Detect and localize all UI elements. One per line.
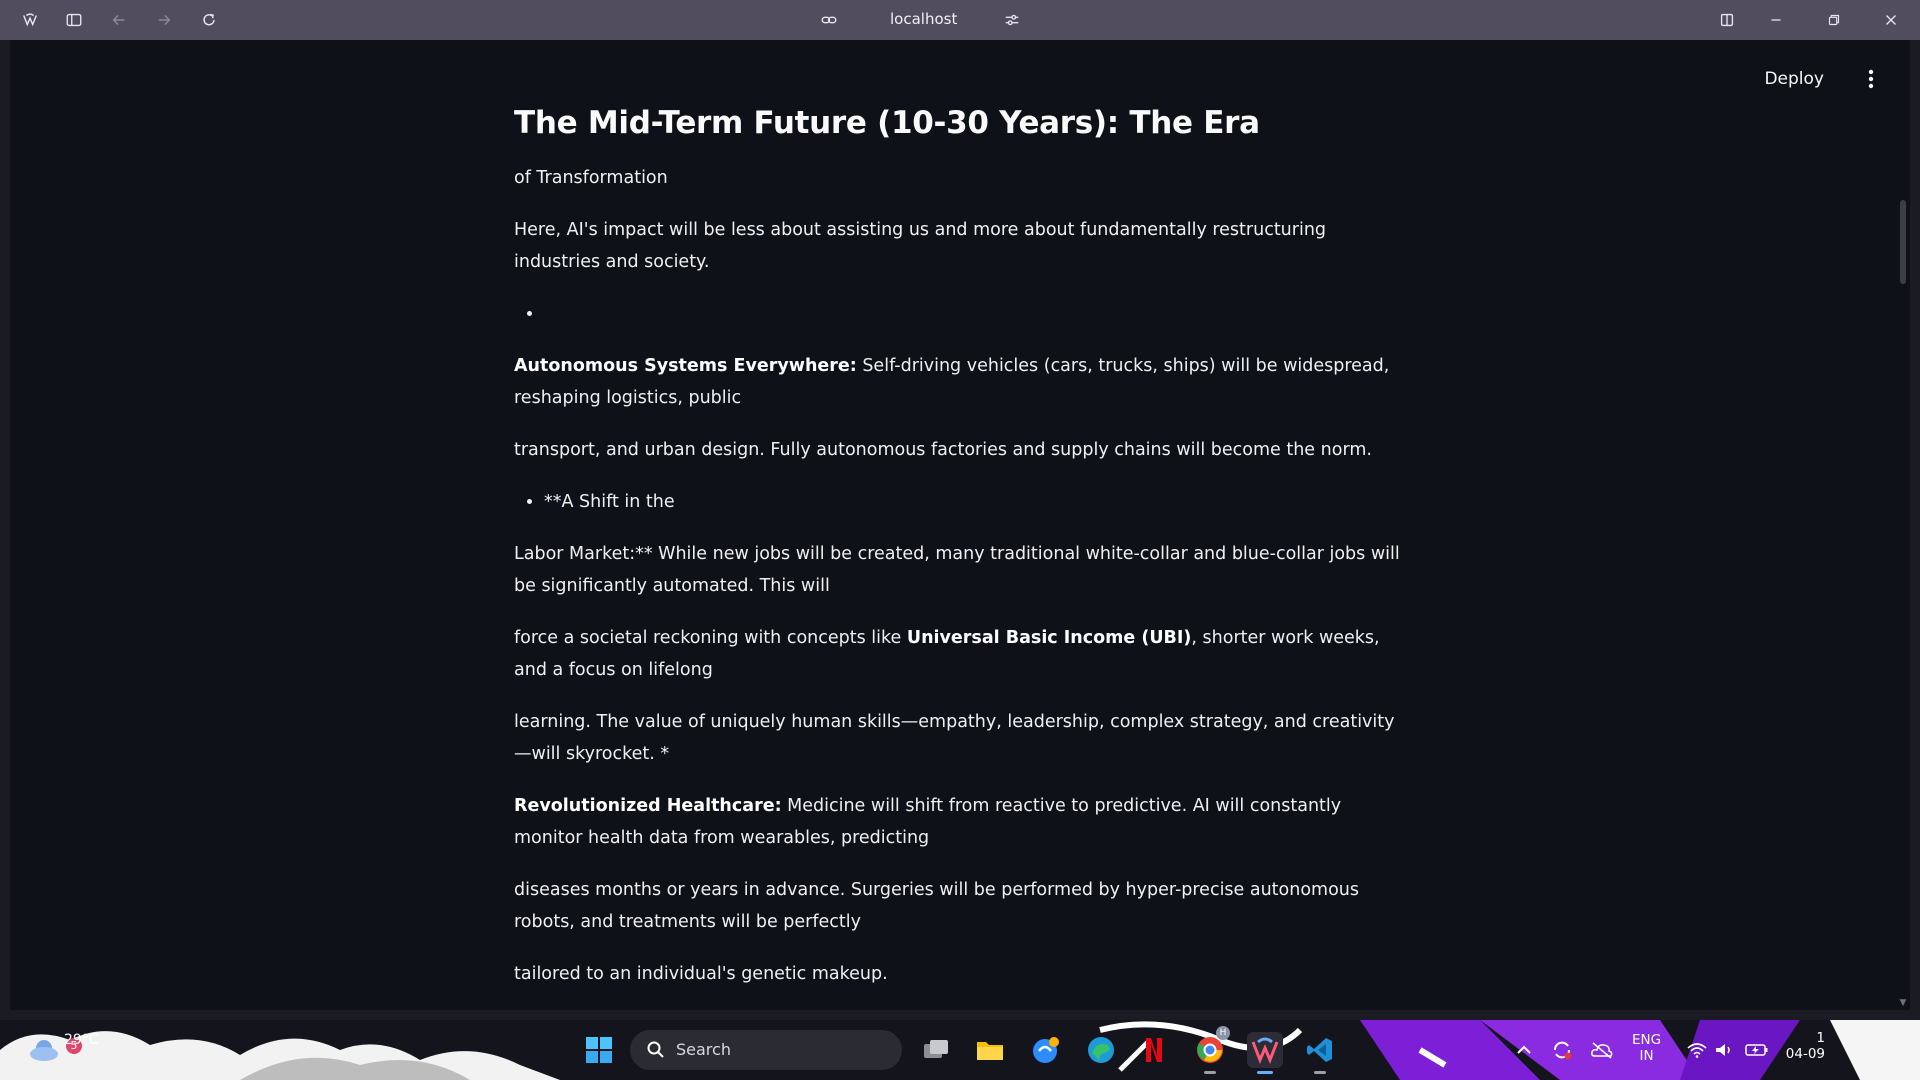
tray-overflow-chevron-icon[interactable] <box>1512 1038 1536 1062</box>
browser-logo-icon[interactable] <box>16 6 44 34</box>
battery-icon[interactable] <box>1745 1038 1769 1062</box>
forward-arrow-icon[interactable] <box>150 6 178 34</box>
scrollbar-thumb[interactable] <box>1900 200 1906 284</box>
address-bar[interactable]: localhost <box>815 4 1035 36</box>
chrome-profile-badge: H <box>1216 1026 1230 1040</box>
sync-icon[interactable] <box>1550 1038 1574 1062</box>
wifi-icon[interactable] <box>1685 1038 1709 1062</box>
app-viewport: Deploy The Mid-Term Future (10-30 Years)… <box>10 40 1910 1010</box>
minimize-icon[interactable] <box>1762 6 1790 34</box>
vscode-icon[interactable] <box>1302 1032 1338 1074</box>
paragraph: transport, and urban design. Fully auton… <box>514 440 1372 460</box>
scroll-down-arrow-icon[interactable]: ▼ <box>1898 998 1908 1008</box>
taskbar-search[interactable]: Search <box>630 1030 902 1070</box>
browser-titlebar: localhost <box>0 0 1920 40</box>
link-icon <box>815 6 843 34</box>
paragraph: Revolutionized Healthcare: Medicine will… <box>514 790 1404 854</box>
back-arrow-icon[interactable] <box>105 6 133 34</box>
sidebar-toggle-icon[interactable] <box>60 6 88 34</box>
bullet-list: **A Shift in the <box>514 486 1404 518</box>
url-text[interactable]: localhost <box>890 10 957 28</box>
paragraph: Autonomous Systems Everywhere: Self-driv… <box>514 350 1404 414</box>
paragraph: tailored to an individual's genetic make… <box>514 964 888 984</box>
main-content: The Mid-Term Future (10-30 Years): The E… <box>514 100 1404 1010</box>
paragraph: learning. The value of uniquely human sk… <box>514 712 1395 764</box>
clock-date: 04-09 <box>1785 1046 1825 1062</box>
deploy-button[interactable]: Deploy <box>1756 64 1832 94</box>
paragraph-text: force a societal reckoning with concepts… <box>514 628 907 648</box>
task-view-icon[interactable] <box>918 1032 954 1068</box>
cloud-offline-icon[interactable] <box>1590 1038 1614 1062</box>
list-item <box>544 298 1404 330</box>
start-icon[interactable] <box>585 1036 613 1064</box>
paragraph: of Transformation <box>514 168 668 188</box>
paragraph: Labor Market:** While new jobs will be c… <box>514 544 1400 596</box>
chat-app-icon[interactable] <box>1028 1032 1064 1068</box>
netflix-icon[interactable] <box>1136 1032 1172 1068</box>
split-view-icon[interactable] <box>1713 6 1741 34</box>
paragraph: diseases months or years in advance. Sur… <box>514 880 1360 932</box>
restore-icon[interactable] <box>1820 6 1848 34</box>
main-menu-icon[interactable] <box>1856 64 1886 94</box>
volume-icon[interactable] <box>1712 1038 1736 1062</box>
vertical-scrollbar[interactable]: ▼ <box>1896 40 1910 1010</box>
search-label: Search <box>676 1040 731 1059</box>
taskbar: 5 29°C Search H ENG IN 1 04-09 <box>0 1020 1920 1080</box>
chrome-icon[interactable]: H <box>1192 1026 1230 1074</box>
weather-temp: 29°C <box>64 1032 99 1048</box>
language-code: ENG <box>1632 1032 1662 1048</box>
clock-time: 1 <box>1816 1030 1825 1046</box>
active-indicator <box>1257 1071 1273 1074</box>
clock[interactable]: 1 04-09 <box>1785 1030 1825 1062</box>
bold-term: Autonomous Systems Everywhere: <box>514 356 857 376</box>
bullet-list <box>514 298 1404 330</box>
running-indicator <box>1204 1071 1216 1074</box>
close-icon[interactable] <box>1877 6 1905 34</box>
page-title: The Mid-Term Future (10-30 Years): The E… <box>514 105 1260 141</box>
reload-icon[interactable] <box>195 6 223 34</box>
running-indicator <box>1314 1071 1326 1074</box>
language-indicator[interactable]: ENG IN <box>1632 1032 1661 1064</box>
region-code: IN <box>1639 1048 1654 1064</box>
site-settings-icon[interactable] <box>998 6 1026 34</box>
list-item: **A Shift in the <box>544 486 1404 518</box>
bold-term: Revolutionized Healthcare: <box>514 796 782 816</box>
edge-browser-icon[interactable] <box>1083 1032 1119 1068</box>
paragraph: force a societal reckoning with concepts… <box>514 622 1404 686</box>
bold-term: Universal Basic Income (UBI) <box>906 628 1192 648</box>
file-explorer-icon[interactable] <box>972 1032 1008 1068</box>
cloud-icon <box>30 1040 58 1061</box>
search-icon <box>647 1041 664 1058</box>
active-browser-icon[interactable] <box>1247 1032 1283 1074</box>
paragraph: Here, AI's impact will be less about ass… <box>514 220 1327 272</box>
